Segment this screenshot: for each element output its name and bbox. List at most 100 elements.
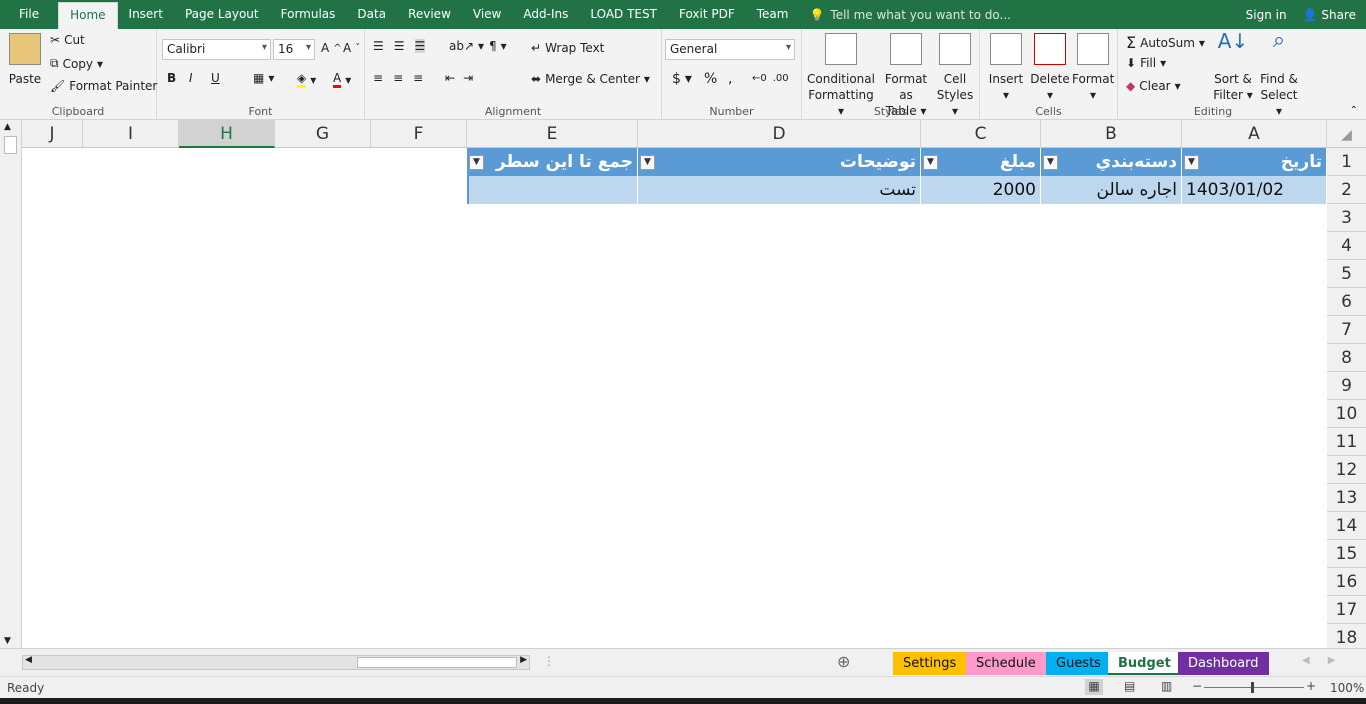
tab-view[interactable]: View bbox=[462, 0, 512, 29]
shrink-font-button[interactable]: Aˇ bbox=[343, 41, 360, 55]
collapse-ribbon-icon[interactable]: ⌃ bbox=[1350, 105, 1358, 116]
row-header[interactable]: 13 bbox=[1327, 484, 1366, 512]
font-color-button[interactable]: A ▾ bbox=[333, 71, 351, 88]
fill-color-button[interactable]: ◈ ▾ bbox=[297, 71, 316, 88]
scroll-right-arrow-icon[interactable]: ▶ bbox=[520, 655, 527, 665]
tab-page-layout[interactable]: Page Layout bbox=[174, 0, 270, 29]
italic-button[interactable]: I bbox=[189, 71, 193, 85]
row-header[interactable]: 10 bbox=[1327, 400, 1366, 428]
row-header[interactable]: 9 bbox=[1327, 372, 1366, 400]
tab-data[interactable]: Data bbox=[346, 0, 397, 29]
table-header-c[interactable]: ▼ مبلغ bbox=[921, 148, 1041, 176]
underline-button[interactable]: U bbox=[211, 71, 220, 85]
paragraph-direction-button[interactable]: ¶ ▾ bbox=[489, 39, 507, 53]
table-header-b[interactable]: ▼ دسته‌بندي bbox=[1041, 148, 1182, 176]
table-header-d[interactable]: ▼ توضیحات bbox=[638, 148, 921, 176]
cell-b2[interactable]: اجاره سالن bbox=[1041, 176, 1182, 204]
worksheet-grid[interactable]: ▲ ▼ J I H G F E D C B A ◢ 1 2 3 4 5 6 7 8 9 10 11 1… bbox=[0, 120, 1366, 652]
sheet-nav-arrows-icon[interactable]: ◀▶ bbox=[1302, 655, 1353, 666]
column-header-d[interactable]: D bbox=[638, 120, 921, 148]
splitter-handle[interactable]: ⋮ bbox=[543, 654, 555, 668]
cell-e2[interactable] bbox=[467, 176, 638, 204]
horizontal-align-buttons[interactable]: ≡ ≡ ≡ bbox=[373, 71, 423, 85]
horizontal-scrollbar[interactable]: ◀ ▶ bbox=[22, 655, 530, 670]
tab-load-test[interactable]: LOAD TEST bbox=[579, 0, 668, 29]
cell-a2[interactable]: 1403/01/02 bbox=[1182, 176, 1327, 204]
filter-dropdown-icon[interactable]: ▼ bbox=[640, 155, 655, 170]
orientation-button[interactable]: ab↗ ▾ bbox=[449, 39, 484, 53]
row-header[interactable]: 14 bbox=[1327, 512, 1366, 540]
row-header[interactable]: 12 bbox=[1327, 456, 1366, 484]
row-header[interactable]: 8 bbox=[1327, 344, 1366, 372]
row-header[interactable]: 15 bbox=[1327, 540, 1366, 568]
row-header[interactable]: 6 bbox=[1327, 288, 1366, 316]
page-layout-view-icon[interactable]: ▤ bbox=[1124, 679, 1135, 693]
column-header-e[interactable]: E bbox=[467, 120, 638, 148]
row-header[interactable]: 16 bbox=[1327, 568, 1366, 596]
font-name-select[interactable]: Calibri bbox=[162, 39, 271, 60]
tab-foxit-pdf[interactable]: Foxit PDF bbox=[668, 0, 746, 29]
row-header[interactable]: 1 bbox=[1327, 148, 1366, 176]
sort-filter-button[interactable]: A↓ Sort & Filter ▾ bbox=[1212, 31, 1254, 103]
vertical-align-buttons[interactable]: ☰ ☰ ☰ bbox=[373, 39, 426, 53]
row-header[interactable]: 4 bbox=[1327, 232, 1366, 260]
decimal-buttons[interactable]: ←0 .00 bbox=[752, 73, 789, 84]
zoom-slider-thumb[interactable] bbox=[1251, 682, 1254, 693]
number-format-select[interactable]: General bbox=[665, 39, 795, 60]
table-header-e[interactable]: ▼ جمع تا این سطر bbox=[467, 148, 638, 176]
format-cells-button[interactable]: Format ▾ bbox=[1072, 33, 1114, 103]
clear-button[interactable]: ◆ Clear ▾ bbox=[1126, 79, 1181, 93]
cut-button[interactable]: ✂ Cut bbox=[50, 33, 85, 47]
borders-button[interactable]: ▦ ▾ bbox=[253, 71, 274, 85]
tab-review[interactable]: Review bbox=[397, 0, 462, 29]
row-header[interactable]: 3 bbox=[1327, 204, 1366, 232]
filter-dropdown-icon[interactable]: ▼ bbox=[1184, 155, 1199, 170]
filter-dropdown-icon[interactable]: ▼ bbox=[923, 155, 938, 170]
zoom-in-icon[interactable]: + bbox=[1306, 679, 1316, 693]
vertical-scroll-thumb[interactable] bbox=[4, 136, 17, 154]
sign-in-link[interactable]: Sign in bbox=[1246, 8, 1287, 22]
sheet-tab-settings[interactable]: Settings bbox=[893, 652, 967, 675]
currency-button[interactable]: $ ▾ bbox=[672, 71, 692, 87]
column-header-h[interactable]: H bbox=[179, 120, 275, 148]
new-sheet-plus-icon[interactable]: ⊕ bbox=[837, 652, 850, 671]
scroll-left-arrow-icon[interactable]: ◀ bbox=[25, 655, 32, 665]
sheet-tab-guests[interactable]: Guests bbox=[1046, 652, 1111, 675]
paste-button[interactable]: Paste bbox=[8, 33, 42, 87]
select-all-corner[interactable]: ◢ bbox=[1327, 120, 1366, 148]
insert-cells-button[interactable]: Insert ▾ bbox=[986, 33, 1026, 103]
column-header-f[interactable]: F bbox=[371, 120, 467, 148]
tab-home[interactable]: Home bbox=[58, 2, 118, 29]
row-header[interactable]: 11 bbox=[1327, 428, 1366, 456]
percent-button[interactable]: % bbox=[704, 71, 717, 87]
table-header-a[interactable]: ▼ تاریخ bbox=[1182, 148, 1327, 176]
wrap-text-button[interactable]: ↵ Wrap Text bbox=[531, 41, 604, 55]
tab-team[interactable]: Team bbox=[746, 0, 800, 29]
tab-insert[interactable]: Insert bbox=[118, 0, 174, 29]
column-header-i[interactable]: I bbox=[83, 120, 179, 148]
tab-add-ins[interactable]: Add-Ins bbox=[512, 0, 579, 29]
tab-file[interactable]: File bbox=[0, 0, 58, 29]
merge-center-button[interactable]: ⬌ Merge & Center ▾ bbox=[531, 72, 650, 86]
horizontal-scroll-thumb[interactable] bbox=[357, 657, 517, 668]
page-break-view-icon[interactable]: ▥ bbox=[1161, 679, 1172, 693]
zoom-level[interactable]: 100% bbox=[1330, 681, 1364, 695]
vertical-scrollbar[interactable]: ▲ ▼ bbox=[0, 120, 22, 648]
sheet-tab-schedule[interactable]: Schedule bbox=[966, 652, 1046, 675]
column-header-a[interactable]: A bbox=[1182, 120, 1327, 148]
filter-dropdown-icon[interactable]: ▼ bbox=[1043, 155, 1058, 170]
filter-dropdown-icon[interactable]: ▼ bbox=[469, 155, 484, 170]
row-header[interactable]: 7 bbox=[1327, 316, 1366, 344]
sheet-tab-dashboard[interactable]: Dashboard bbox=[1178, 652, 1269, 675]
sheet-tab-budget[interactable]: Budget bbox=[1108, 652, 1181, 675]
row-header[interactable]: 2 bbox=[1327, 176, 1366, 204]
comma-button[interactable]: , bbox=[728, 71, 732, 87]
bold-button[interactable]: B bbox=[167, 71, 176, 85]
scroll-down-arrow-icon[interactable]: ▼ bbox=[4, 636, 11, 646]
zoom-slider[interactable] bbox=[1204, 687, 1304, 688]
row-header[interactable]: 17 bbox=[1327, 596, 1366, 624]
font-size-select[interactable]: 16 bbox=[273, 39, 315, 60]
tell-me-box[interactable]: 💡 Tell me what you want to do... bbox=[809, 8, 1011, 22]
tab-formulas[interactable]: Formulas bbox=[270, 0, 347, 29]
column-header-b[interactable]: B bbox=[1041, 120, 1182, 148]
